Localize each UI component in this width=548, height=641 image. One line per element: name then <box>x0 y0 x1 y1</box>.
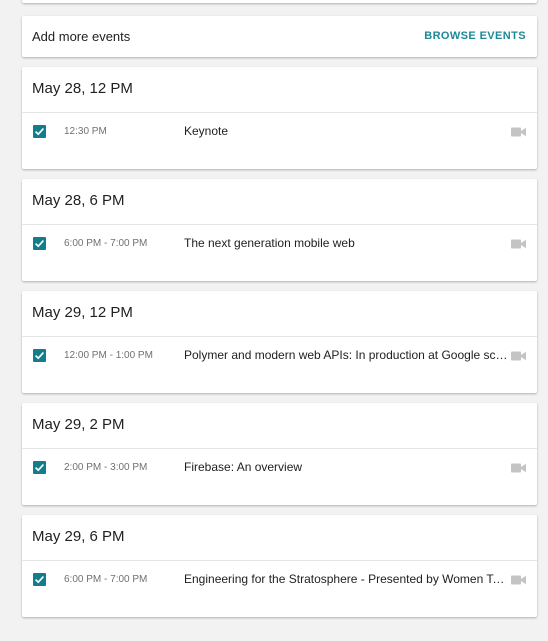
schedule-page: Add more events BROWSE EVENTS May 28, 12… <box>0 0 548 641</box>
day-header: May 28, 12 PM <box>32 80 133 97</box>
day-header: May 29, 2 PM <box>32 416 125 433</box>
session-time: 6:00 PM - 7:00 PM <box>64 238 148 249</box>
add-events-label: Add more events <box>32 29 131 44</box>
divider <box>22 560 537 561</box>
checkmark-icon <box>35 464 45 472</box>
day-card: May 28, 12 PM 12:30 PM Keynote <box>22 67 537 169</box>
checkmark-icon <box>35 576 45 584</box>
browse-events-button[interactable]: BROWSE EVENTS <box>424 30 526 42</box>
divider <box>22 112 537 113</box>
day-header: May 29, 6 PM <box>32 528 125 545</box>
checkmark-icon <box>35 352 45 360</box>
session-checkbox[interactable] <box>33 573 46 586</box>
session-time: 12:00 PM - 1:00 PM <box>64 350 153 361</box>
video-icon[interactable] <box>511 575 526 585</box>
video-icon[interactable] <box>511 127 526 137</box>
session-checkbox[interactable] <box>33 125 46 138</box>
day-card: May 29, 12 PM 12:00 PM - 1:00 PM Polymer… <box>22 291 537 393</box>
checkmark-icon <box>35 240 45 248</box>
session-title[interactable]: The next generation mobile web <box>184 236 508 250</box>
checkmark-icon <box>35 128 45 136</box>
session-checkbox[interactable] <box>33 237 46 250</box>
session-title[interactable]: Engineering for the Stratosphere - Prese… <box>184 572 508 586</box>
session-time: 6:00 PM - 7:00 PM <box>64 574 148 585</box>
day-card: May 29, 2 PM 2:00 PM - 3:00 PM Firebase:… <box>22 403 537 505</box>
session-time: 2:00 PM - 3:00 PM <box>64 462 148 473</box>
divider <box>22 224 537 225</box>
add-events-bar: Add more events BROWSE EVENTS <box>22 16 537 57</box>
video-icon[interactable] <box>511 463 526 473</box>
video-icon[interactable] <box>511 239 526 249</box>
day-header: May 29, 12 PM <box>32 304 133 321</box>
session-time: 12:30 PM <box>64 126 107 137</box>
session-title[interactable]: Polymer and modern web APIs: In producti… <box>184 348 508 362</box>
session-checkbox[interactable] <box>33 349 46 362</box>
video-icon[interactable] <box>511 351 526 361</box>
day-card: May 29, 6 PM 6:00 PM - 7:00 PM Engineeri… <box>22 515 537 617</box>
session-checkbox[interactable] <box>33 461 46 474</box>
divider <box>22 448 537 449</box>
session-title[interactable]: Firebase: An overview <box>184 460 508 474</box>
divider <box>22 336 537 337</box>
day-card: May 28, 6 PM 6:00 PM - 7:00 PM The next … <box>22 179 537 281</box>
day-header: May 28, 6 PM <box>32 192 125 209</box>
previous-card-edge <box>22 0 537 3</box>
session-title[interactable]: Keynote <box>184 124 508 138</box>
